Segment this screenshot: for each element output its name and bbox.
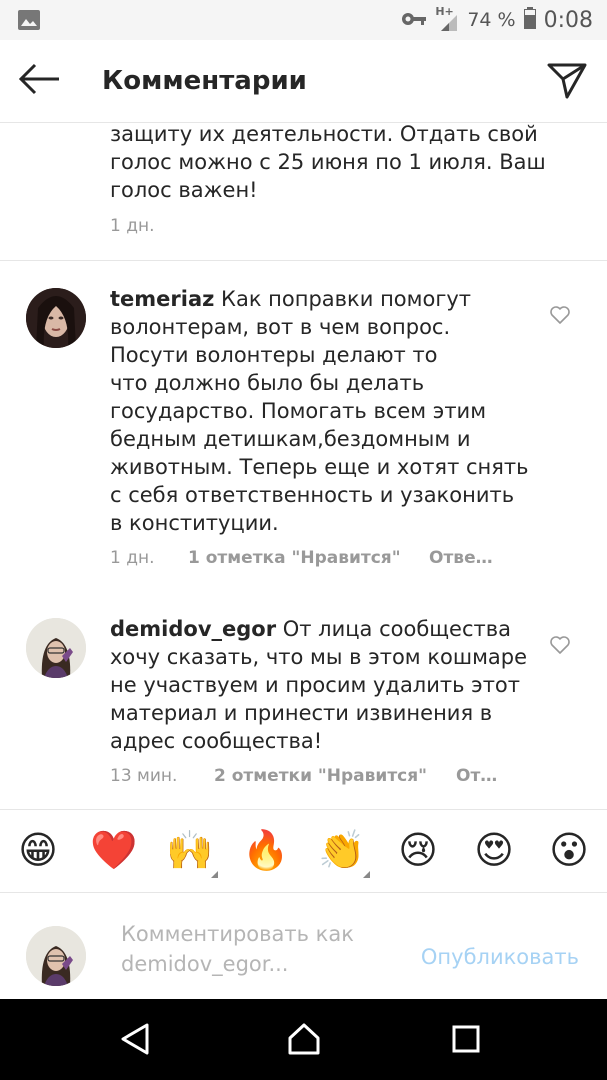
avatar[interactable] xyxy=(26,618,86,678)
comment-divider xyxy=(0,260,607,261)
comment-line: голос важен! xyxy=(110,178,258,202)
placeholder-line: demidov_egor... xyxy=(121,952,289,976)
gallery-notification-icon xyxy=(18,10,40,30)
comment-line: защиту их деятельности. Отдать свой xyxy=(110,122,538,146)
heart-eyes-emoji-button[interactable]: 😍 xyxy=(470,826,518,874)
nav-recents-button[interactable] xyxy=(444,1019,488,1063)
surprised-emoji-button[interactable]: 😮 xyxy=(545,826,593,874)
clapping-hands-icon: 👏 xyxy=(318,828,366,872)
battery-icon xyxy=(523,7,536,33)
nav-home-button[interactable] xyxy=(282,1019,326,1063)
emoji-bar: 😁 ❤️ 🙌 🔥 👏 😢 😍 😮 xyxy=(0,810,607,892)
comment-line: не участвуем и просим удалить этот xyxy=(110,673,521,697)
system-nav-bar xyxy=(0,999,607,1080)
comment-line: бедным детишкам,бездомным и xyxy=(110,427,471,451)
likes-count[interactable]: 2 отметки "Нравится" xyxy=(214,766,427,786)
comment-username[interactable]: demidov_egor xyxy=(110,617,276,641)
comment-line: государство. Помогать всем этим xyxy=(110,399,487,423)
comment-line: волонтерам, вот в чем вопрос. xyxy=(110,315,451,339)
arrow-left-icon xyxy=(17,63,61,99)
paper-plane-icon xyxy=(547,61,587,103)
raised-hands-emoji-button[interactable]: 🙌 xyxy=(166,826,218,878)
reply-button[interactable]: Отве… xyxy=(429,548,493,568)
skin-tone-indicator xyxy=(211,871,218,878)
comment-text: demidov_egor От лица сообщества хочу ска… xyxy=(110,615,550,755)
avatar[interactable] xyxy=(26,288,86,348)
nav-back-button[interactable] xyxy=(113,1019,157,1063)
grin-emoji-button[interactable]: 😁 xyxy=(14,826,62,874)
comment-line: голос можно с 25 июня по 1 июля. Ваш xyxy=(110,150,546,174)
comment-time: 1 дн. xyxy=(110,216,155,236)
comment-line: в конституции. xyxy=(110,511,279,535)
comment-composer: Комментировать как demidov_egor... Опубл… xyxy=(0,893,607,999)
comment-line: demidov_egor От лица сообщества xyxy=(110,615,550,643)
comment-line: материал и принести извинения в xyxy=(110,701,493,725)
comment-username[interactable]: temeriaz xyxy=(110,287,214,311)
likes-count[interactable]: 1 отметка "Нравится" xyxy=(188,548,401,568)
comment-time: 13 мин. xyxy=(110,766,178,786)
comment-line: животным. Теперь еще и хотят снять xyxy=(110,455,529,479)
back-button[interactable] xyxy=(14,62,64,100)
signal-icon: H+ xyxy=(435,5,459,33)
square-recents-icon xyxy=(451,1024,481,1058)
comment-line: хочу сказать, что мы в этом кошмаре xyxy=(110,645,528,669)
comment-input[interactable]: Комментировать как demidov_egor... xyxy=(121,919,401,979)
skin-tone-indicator xyxy=(363,871,370,878)
reply-button[interactable]: От… xyxy=(456,766,497,786)
app-bar: Комментарии xyxy=(0,40,607,122)
page-title: Комментарии xyxy=(102,66,307,96)
comment-line: адрес сообщества! xyxy=(110,729,323,753)
triangle-back-icon xyxy=(119,1022,151,1060)
comment-line: с себя ответственность и узаконить xyxy=(110,483,515,507)
post-button[interactable]: Опубликовать xyxy=(421,945,579,969)
raised-hands-icon: 🙌 xyxy=(166,828,214,872)
key-icon xyxy=(401,11,427,30)
comment-line: что должно было бы делать xyxy=(110,371,425,395)
battery-percent: 74 % xyxy=(467,9,516,31)
status-bar: H+ 74 % 0:08 xyxy=(0,0,607,40)
heart-icon[interactable] xyxy=(549,305,571,325)
comment-line-text: Как поправки помогут xyxy=(214,287,472,311)
comment-time: 1 дн. xyxy=(110,548,155,568)
placeholder-line: Комментировать как xyxy=(121,922,354,946)
heart-emoji-button[interactable]: ❤️ xyxy=(90,826,138,874)
sad-emoji-button[interactable]: 😢 xyxy=(394,826,442,874)
send-button[interactable] xyxy=(545,60,589,104)
comment-text: защиту их деятельности. Отдать свой голо… xyxy=(110,120,550,204)
avatar xyxy=(26,926,86,986)
comment-line: Посути волонтеры делают то xyxy=(110,343,438,367)
clock: 0:08 xyxy=(543,7,593,33)
home-icon xyxy=(286,1022,322,1060)
comment-line: temeriaz Как поправки помогут xyxy=(110,285,550,313)
clapping-emoji-button[interactable]: 👏 xyxy=(318,826,370,878)
comment-text: temeriaz Как поправки помогут волонтерам… xyxy=(110,285,550,537)
comment-line-text: От лица сообщества xyxy=(276,617,511,641)
fire-emoji-button[interactable]: 🔥 xyxy=(242,826,290,874)
heart-icon[interactable] xyxy=(549,635,571,655)
